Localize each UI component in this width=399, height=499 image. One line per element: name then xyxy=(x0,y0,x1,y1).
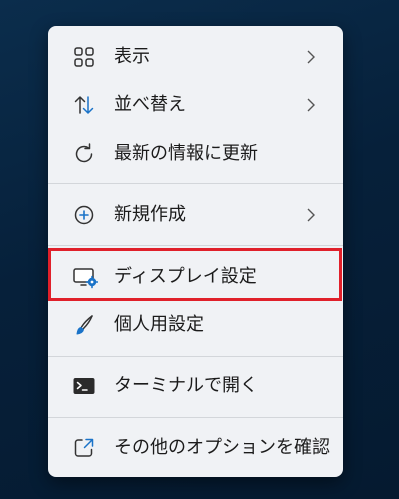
grid-icon xyxy=(72,45,96,69)
menu-separator xyxy=(48,183,343,184)
chevron-right-icon xyxy=(303,49,319,65)
menu-separator xyxy=(48,417,343,418)
menu-item-show-more-options[interactable]: その他のオプションを確認 xyxy=(48,425,343,471)
sort-icon xyxy=(72,93,96,117)
chevron-right-icon xyxy=(303,97,319,113)
more-options-icon xyxy=(72,436,96,460)
menu-item-personalize[interactable]: 個人用設定 xyxy=(48,302,343,348)
menu-item-label: 並べ替え xyxy=(114,94,186,115)
menu-item-open-terminal[interactable]: ターミナルで開く xyxy=(48,363,343,409)
menu-item-label: 表示 xyxy=(114,46,150,67)
menu-item-label: 個人用設定 xyxy=(114,314,204,335)
menu-item-label: 最新の情報に更新 xyxy=(114,143,258,164)
chevron-right-icon xyxy=(303,207,319,223)
menu-item-refresh[interactable]: 最新の情報に更新 xyxy=(48,131,343,177)
brush-icon xyxy=(72,313,96,337)
menu-item-new[interactable]: 新規作成 xyxy=(48,192,343,238)
highlight-box xyxy=(48,248,342,301)
new-plus-icon xyxy=(72,203,96,227)
menu-item-label: 新規作成 xyxy=(114,204,186,225)
menu-item-view[interactable]: 表示 xyxy=(48,34,343,80)
menu-item-label: その他のオプションを確認 xyxy=(114,437,330,458)
menu-separator xyxy=(48,356,343,357)
menu-separator xyxy=(48,245,343,246)
menu-item-sort[interactable]: 並べ替え xyxy=(48,82,343,128)
terminal-icon xyxy=(72,374,96,398)
refresh-icon xyxy=(72,142,96,166)
menu-item-label: ターミナルで開く xyxy=(114,375,258,396)
